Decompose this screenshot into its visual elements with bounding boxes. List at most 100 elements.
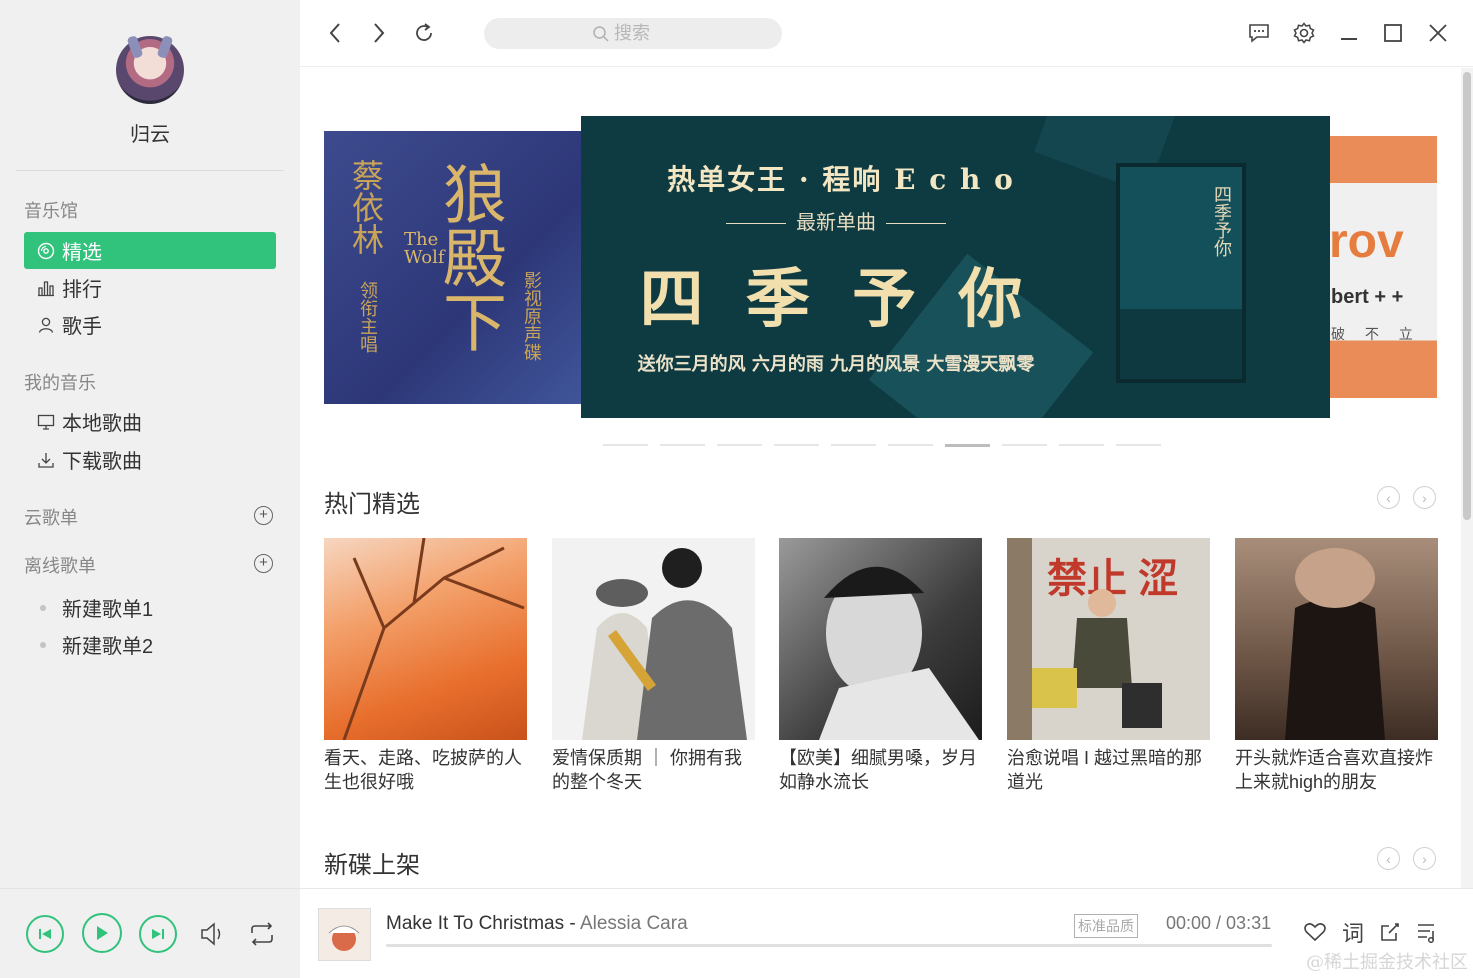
scrollbar-thumb[interactable] [1463, 72, 1471, 520]
playlist-queue-button[interactable] [1415, 919, 1441, 945]
new-albums-arrows: ‹ › [1377, 847, 1436, 870]
playlist-item[interactable]: 新建歌单1 [40, 593, 153, 622]
repeat-button[interactable] [248, 921, 276, 952]
carousel-dot[interactable] [660, 444, 705, 446]
bullet-dot [40, 641, 46, 648]
lyrics-button[interactable]: 词 [1340, 919, 1366, 946]
sidebar-item-label: 歌手 [62, 316, 102, 338]
banner-poster: 四季予你 [1116, 163, 1246, 383]
add-offline-playlist-button[interactable]: + [254, 554, 273, 573]
messages-button[interactable] [1247, 20, 1271, 46]
song-artist[interactable]: Alessia Cara [580, 913, 688, 934]
sidebar-item-local-songs[interactable]: 本地歌曲 [24, 403, 276, 440]
subtitle-rule [726, 223, 786, 224]
banner-slide-right[interactable]: rov bert + + 破 不 立 [1329, 136, 1437, 398]
carousel-dot[interactable] [717, 444, 762, 446]
playlist-card[interactable]: 开头就炸适合喜欢直接炸上来就high的朋友 [1235, 538, 1438, 794]
sidebar-item-singers[interactable]: 歌手 [24, 306, 276, 343]
share-button[interactable] [1377, 919, 1403, 945]
maximize-icon [1384, 24, 1402, 42]
sidebar-item-label: 精选 [62, 242, 102, 264]
favorite-button[interactable] [1302, 919, 1328, 945]
carousel-dot[interactable] [945, 444, 990, 447]
song-title[interactable]: Make It To Christmas [386, 913, 564, 934]
playlist-card[interactable]: 【欧美】细腻男嗓，岁月如静水流长 [779, 538, 982, 794]
watermark: @稀土掘金技术社区 [1306, 952, 1468, 973]
settings-button[interactable] [1292, 20, 1316, 46]
playlist-card-title: 爱情保质期 ｜ 你拥有我的整个冬天 [552, 748, 743, 792]
carousel-dot[interactable] [603, 444, 648, 446]
sidebar-divider [16, 170, 284, 171]
avatar-horn-right [156, 34, 174, 60]
username[interactable]: 归云 [0, 118, 300, 147]
sidebar-item-downloads[interactable]: 下载歌曲 [24, 441, 276, 478]
subtitle-rule [886, 223, 946, 224]
banner-main-subtitle: 最新单曲 [581, 206, 1091, 235]
now-playing-album-art[interactable] [318, 908, 371, 961]
minimize-icon [1341, 38, 1357, 40]
autumn-tree-art [342, 538, 525, 740]
lyrics-label: 词 [1341, 921, 1364, 946]
refresh-button[interactable] [412, 20, 436, 46]
poster-hill [1120, 309, 1242, 379]
carousel-dot[interactable] [831, 444, 876, 446]
progress-bar[interactable] [386, 944, 1272, 947]
skip-previous-icon [39, 929, 51, 939]
playlist-card-title: 开头就炸适合喜欢直接炸上来就high的朋友 [1235, 748, 1433, 792]
playlist-card[interactable]: 爱情保质期 ｜ 你拥有我的整个冬天 [552, 538, 755, 794]
album-art-illustration [328, 925, 360, 951]
hot-picks-arrows: ‹ › [1377, 486, 1436, 509]
player-controls [0, 888, 300, 978]
section-title-cloud-playlists: 云歌单 [24, 508, 78, 528]
search-bar[interactable] [484, 18, 782, 49]
quality-badge[interactable]: 标准品质 [1074, 914, 1138, 938]
section-title-music-hall: 音乐馆 [24, 201, 78, 221]
maximize-button[interactable] [1381, 20, 1405, 46]
gear-icon [1293, 22, 1315, 44]
carousel-dot[interactable] [1116, 444, 1161, 446]
search-input[interactable] [614, 23, 674, 44]
new-albums-next-button[interactable]: › [1413, 847, 1436, 870]
heart-icon [1304, 923, 1326, 942]
banner-main-subtitle-text: 最新单曲 [796, 210, 876, 234]
chevron-left-icon [329, 23, 340, 43]
playback-time: 00:00 / 03:31 [1166, 913, 1272, 933]
close-button[interactable] [1426, 20, 1450, 46]
banner-slide-left[interactable]: 蔡依林 领衔主唱 狼殿下 The Wolf 影视原声碟 [324, 131, 586, 404]
back-button[interactable] [323, 20, 347, 46]
street-figure-art [1007, 538, 1162, 740]
sidebar-item-featured[interactable]: 精选 [24, 232, 276, 269]
sidebar-item-ranking[interactable]: 排行 [24, 269, 276, 306]
scrollbar[interactable] [1461, 68, 1473, 888]
next-button[interactable] [139, 915, 177, 953]
carousel-dots [603, 444, 1161, 447]
hot-picks-prev-button[interactable]: ‹ [1377, 486, 1400, 509]
banner-main-title: 热单女王 · 程响 E c h o [667, 163, 1015, 196]
carousel-dot[interactable] [1059, 444, 1104, 446]
volume-button[interactable] [199, 921, 227, 952]
carousel-dot[interactable] [888, 444, 933, 446]
banner-slide-main[interactable]: 热单女王 · 程响 E c h o 最新单曲 四 季 予 你 送你三月的风 六月… [581, 116, 1330, 418]
banner-left-role: 领衔主唱 [357, 281, 378, 353]
banner-right-big-text: rov [1329, 215, 1404, 268]
banner-right-line1: bert + + [1331, 286, 1404, 308]
carousel-dot[interactable] [774, 444, 819, 446]
carousel-dot[interactable] [1002, 444, 1047, 446]
play-button[interactable] [82, 913, 122, 953]
avatar[interactable] [116, 34, 184, 104]
minimize-button[interactable] [1337, 20, 1361, 46]
share-icon [1381, 923, 1399, 941]
new-albums-prev-button[interactable]: ‹ [1377, 847, 1400, 870]
sidebar-item-label: 排行 [62, 279, 102, 301]
playlist-card[interactable]: 看天、走路、吃披萨的人生也很好哦 [324, 538, 527, 794]
forward-button[interactable] [367, 20, 391, 46]
disc-icon [36, 241, 56, 261]
previous-button[interactable] [26, 915, 64, 953]
close-icon [1429, 24, 1447, 42]
playlist-card[interactable]: 禁止 涩 治愈说唱 I 越过黑暗的那道光 [1007, 538, 1210, 794]
playlist-item-label: 新建歌单2 [62, 636, 154, 658]
playlist-item[interactable]: 新建歌单2 [40, 630, 153, 659]
hot-picks-next-button[interactable]: › [1413, 486, 1436, 509]
add-cloud-playlist-button[interactable]: + [254, 506, 273, 525]
banner-left-artist: 蔡依林 [347, 159, 385, 255]
